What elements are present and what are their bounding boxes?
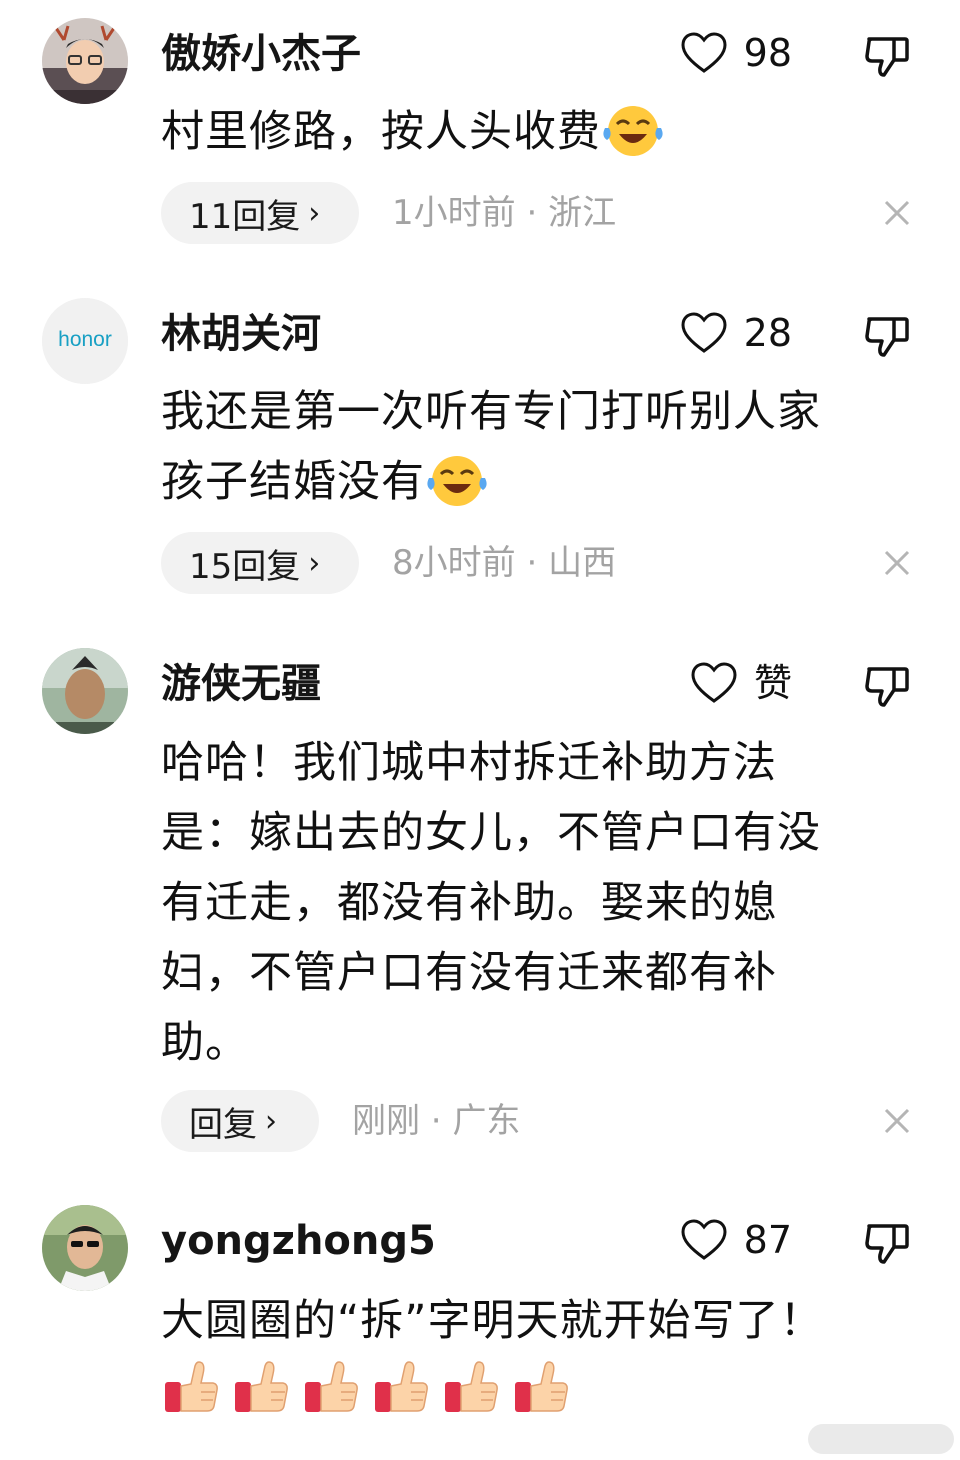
chevron-right-icon: ›	[308, 545, 321, 581]
comment-text: 大圆圈的“拆”字明天就开始写了！	[161, 1296, 824, 1346]
chevron-right-icon: ›	[308, 195, 321, 231]
avatar[interactable]: honor	[42, 298, 128, 384]
like-count: 赞	[753, 661, 792, 705]
reply-label: 11回复	[189, 196, 301, 237]
location: 浙江	[548, 193, 617, 233]
heart-outline-icon	[681, 312, 727, 353]
comment-text-line: 助。	[161, 1018, 249, 1068]
comment-meta: 刚刚 · 广东	[352, 1090, 520, 1152]
avatar[interactable]	[42, 18, 128, 104]
comment-text-line: 妇，不管户口有没有迁来都有补	[161, 948, 777, 998]
reply-label: 回复	[189, 1104, 257, 1145]
timestamp: 8小时前	[392, 543, 516, 583]
reply-button[interactable]: 11回复 ›	[161, 182, 359, 244]
honor-logo-avatar: honor	[42, 298, 128, 384]
dislike-button[interactable]	[862, 310, 912, 360]
like-button[interactable]: 87	[680, 1215, 792, 1265]
reply-button[interactable]: 15回复 ›	[161, 532, 359, 594]
thumbs-down-outline-icon	[865, 317, 909, 357]
thumbs-up-emoji	[375, 1361, 428, 1412]
timestamp: 1小时前	[392, 193, 516, 233]
reply-label: 15回复	[189, 546, 301, 587]
heart-outline-icon	[681, 1219, 727, 1260]
thumbs-down-outline-icon	[865, 1224, 909, 1264]
close-icon	[884, 200, 910, 226]
heart-outline-icon	[681, 32, 727, 73]
comment-text-line: 是：嫁出去的女儿，不管户口有没	[161, 808, 821, 858]
thumbs-up-emoji	[305, 1361, 358, 1412]
comment-meta: 1小时前 · 浙江	[392, 182, 616, 244]
thumbs-up-emoji	[445, 1361, 498, 1412]
comment-text-line: 有迁走，都没有补助。娶来的媳	[161, 878, 777, 928]
like-button[interactable]: 98	[680, 28, 792, 78]
dislike-button[interactable]	[862, 1217, 912, 1267]
heart-outline-icon	[691, 662, 737, 703]
avatar-text: honor	[58, 328, 112, 351]
close-icon	[884, 550, 910, 576]
close-icon	[884, 1108, 910, 1134]
comment-meta: 8小时前 · 山西	[392, 532, 616, 594]
comment-text-line-with-emoji: 孩子结婚没有	[161, 447, 901, 517]
like-button[interactable]: 赞	[690, 658, 792, 708]
chevron-right-icon: ›	[265, 1103, 277, 1139]
avatar-photo	[42, 18, 128, 104]
avatar[interactable]	[42, 1205, 128, 1291]
close-button[interactable]	[880, 1104, 914, 1138]
like-button[interactable]: 28	[680, 308, 792, 358]
meta-separator: ·	[420, 1101, 453, 1141]
thumbs-down-outline-icon	[865, 37, 909, 77]
avatar-photo	[42, 1205, 128, 1291]
close-button[interactable]	[880, 196, 914, 230]
thumbs-down-outline-icon	[865, 667, 909, 707]
dislike-button[interactable]	[862, 30, 912, 80]
username[interactable]: yongzhong5	[161, 1216, 436, 1266]
comment-text-line: 孩子结婚没有	[161, 457, 425, 507]
thumbs-up-emoji	[235, 1361, 288, 1412]
username[interactable]: 游侠无疆	[161, 659, 321, 709]
comment-text-content: 村里修路，按人头收费	[161, 107, 601, 157]
watermark	[808, 1424, 954, 1454]
like-count: 87	[743, 1218, 792, 1262]
avatar[interactable]	[42, 648, 128, 734]
laughing-crying-emoji	[425, 452, 489, 508]
comment-text: 我还是第一次听有专门打听别人家 孩子结婚没有	[161, 377, 901, 517]
close-button[interactable]	[880, 546, 914, 580]
meta-separator: ·	[515, 193, 549, 233]
location: 广东	[452, 1101, 521, 1141]
like-count: 28	[743, 311, 792, 355]
comment-text: 哈哈！我们城中村拆迁补助方法 是：嫁出去的女儿，不管户口有没 有迁走，都没有补助…	[161, 728, 901, 1078]
timestamp: 刚刚	[352, 1101, 420, 1141]
username[interactable]: 傲娇小杰子	[161, 29, 361, 79]
location: 山西	[548, 543, 617, 583]
like-count: 98	[743, 31, 792, 75]
thumbs-up-emoji	[515, 1361, 568, 1412]
laughing-crying-emoji	[601, 102, 665, 158]
thumbs-up-emoji	[165, 1361, 218, 1412]
comment-text-line: 哈哈！我们城中村拆迁补助方法	[161, 738, 777, 788]
comment-text-line: 我还是第一次听有专门打听别人家	[161, 387, 821, 437]
dislike-button[interactable]	[862, 660, 912, 710]
username[interactable]: 林胡关河	[161, 309, 321, 359]
avatar-photo	[42, 648, 128, 734]
reply-button[interactable]: 回复 ›	[161, 1090, 319, 1152]
meta-separator: ·	[515, 543, 549, 583]
comment-text: 村里修路，按人头收费	[161, 97, 901, 167]
thumbs-up-emoji-row	[161, 1356, 571, 1416]
